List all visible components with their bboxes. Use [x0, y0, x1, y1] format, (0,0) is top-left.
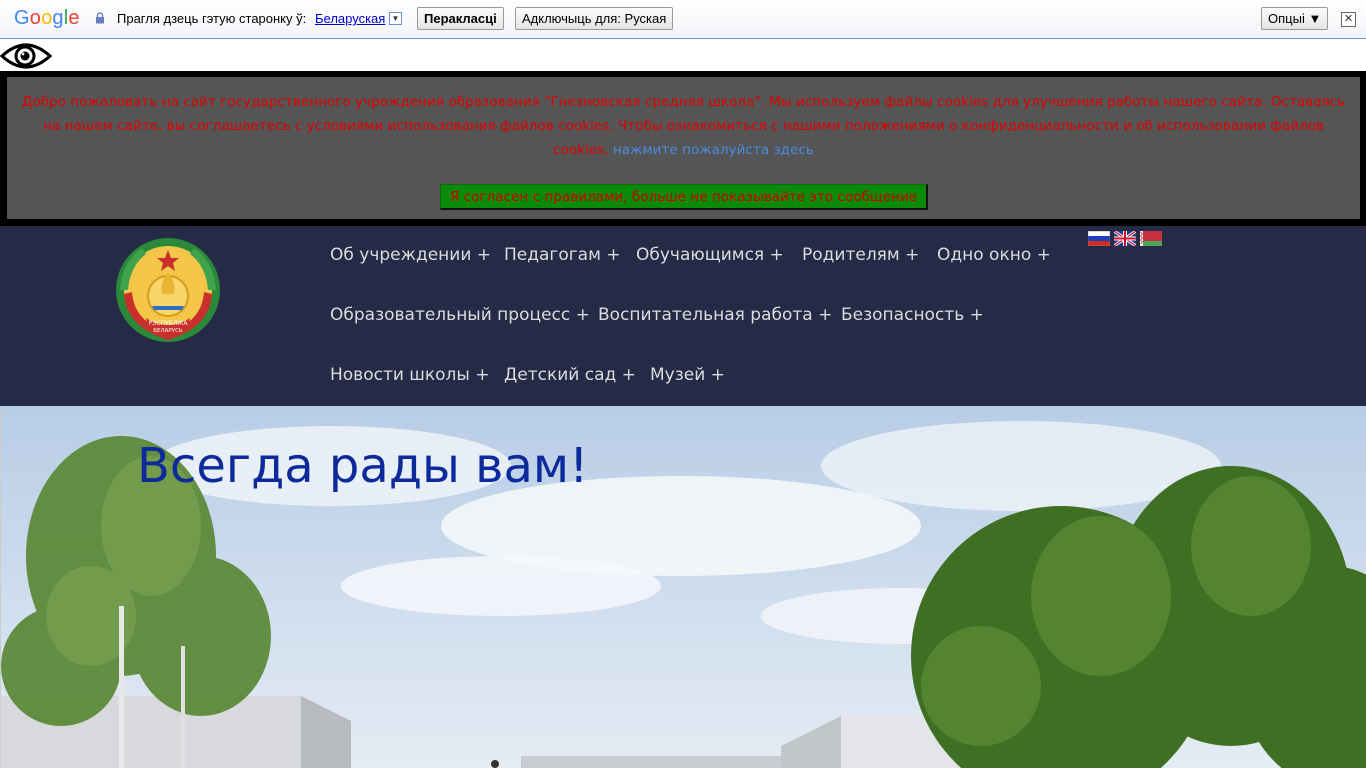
flag-ru-icon[interactable]: [1088, 231, 1110, 246]
nav-item-kindergarten[interactable]: Детский сад +: [504, 365, 636, 385]
lock-icon: [96, 12, 104, 24]
disable-translate-button[interactable]: Адключыць для: Руская: [515, 7, 674, 30]
translate-button[interactable]: Перакласці: [417, 7, 504, 30]
emblem-ribbon-text-1: РЭСПУБЛІКА: [149, 320, 189, 327]
nav-item-teachers[interactable]: Педагогам +: [504, 245, 621, 265]
language-dropdown-icon[interactable]: ▼: [389, 12, 402, 25]
nav-item-about[interactable]: Об учреждении +: [330, 245, 491, 265]
language-flags: [1088, 231, 1162, 246]
cookie-panel: Добро пожаловать на сайт государственног…: [7, 77, 1360, 219]
cookie-banner: Добро пожаловать на сайт государственног…: [0, 71, 1366, 226]
translate-prompt: Прагля дзець гэтую старонку ў:: [117, 11, 307, 26]
translate-bar: Google Прагля дзець гэтую старонку ў: Бе…: [0, 0, 1366, 39]
options-button[interactable]: Опцыі ▼: [1261, 7, 1329, 30]
flag-en-icon[interactable]: [1114, 231, 1136, 246]
belarus-emblem-logo[interactable]: РЭСПУБЛІКА БЕЛАРУСЬ: [112, 232, 224, 344]
nav-item-news[interactable]: Новости школы +: [330, 365, 489, 385]
nav-item-safety[interactable]: Безопасность +: [841, 305, 984, 325]
nav-item-one-window[interactable]: Одно окно +: [937, 245, 1051, 265]
eye-icon[interactable]: [0, 40, 52, 72]
flag-be-icon[interactable]: [1140, 231, 1162, 246]
privacy-link[interactable]: нажмите пожалуйста здесь: [613, 142, 814, 158]
nav-item-upbringing[interactable]: Воспитательная работа +: [598, 305, 832, 325]
accessibility-strip: [0, 39, 1366, 71]
nav-item-museum[interactable]: Музей +: [650, 365, 725, 385]
google-logo: Google: [14, 7, 80, 29]
nav-item-students[interactable]: Обучающимся +: [636, 245, 784, 265]
language-select[interactable]: Беларуская: [315, 11, 385, 26]
hero-title: Всегда рады вам!: [137, 438, 589, 494]
nav-item-education[interactable]: Образовательный процесс +: [330, 305, 590, 325]
cookie-message: Добро пожаловать на сайт государственног…: [17, 90, 1350, 162]
emblem-ribbon-text-2: БЕЛАРУСЬ: [153, 328, 183, 334]
accept-cookies-button[interactable]: Я согласен с правилами, больше не показы…: [440, 184, 928, 210]
close-icon[interactable]: ✕: [1341, 12, 1356, 27]
nav-item-parents[interactable]: Родителям +: [802, 245, 919, 265]
